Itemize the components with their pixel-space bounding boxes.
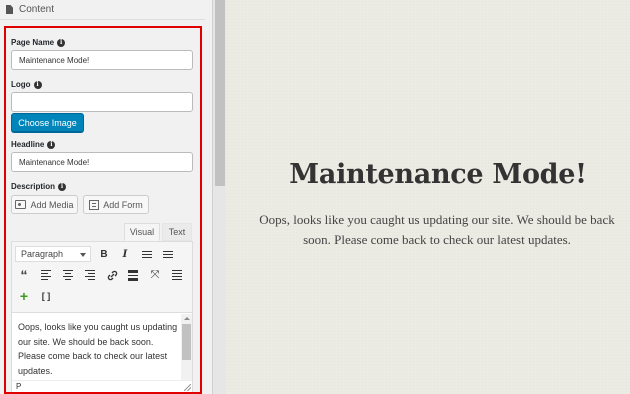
rich-text-editor: Paragraph B I “ ⤧ + [ ] Oops, looks like…: [11, 241, 193, 392]
scrollbar-thumb[interactable]: [182, 324, 191, 360]
media-icon: [15, 200, 27, 209]
preview-description: Oops, looks like you caught us updating …: [259, 212, 615, 247]
editor-content[interactable]: Oops, looks like you caught us updating …: [12, 314, 182, 382]
format-select[interactable]: Paragraph: [15, 246, 91, 262]
form-icon: [89, 199, 100, 210]
preview-headline: Maintenance Mode!: [289, 159, 587, 190]
editor-toolbar: Paragraph B I “ ⤧ + [ ]: [12, 242, 192, 313]
shortcode-icon[interactable]: [ ]: [37, 288, 55, 304]
blockquote-icon[interactable]: “: [15, 267, 33, 283]
resize-handle-icon[interactable]: [184, 384, 191, 391]
headline-input[interactable]: Maintenance Mode!: [11, 152, 193, 172]
link-icon-glyph: [107, 270, 117, 280]
italic-icon[interactable]: I: [116, 246, 134, 262]
add-plugin-icon[interactable]: +: [15, 288, 33, 304]
logo-url-input[interactable]: [11, 92, 193, 112]
info-icon[interactable]: i: [47, 140, 56, 149]
tab-text[interactable]: Text: [162, 223, 192, 241]
link-icon[interactable]: [103, 267, 121, 283]
read-more-icon[interactable]: [124, 267, 142, 283]
document-icon: [6, 5, 13, 14]
site-preview: Maintenance Mode! Oops, looks like you c…: [226, 0, 630, 394]
add-form-button[interactable]: Add Form: [83, 195, 149, 214]
customizer-sidebar: Content Page Name i Maintenance Mode! Lo…: [0, 0, 212, 394]
align-center-icon[interactable]: [59, 267, 77, 283]
toolbar-toggle-icon[interactable]: [168, 267, 186, 283]
section-title: Content: [19, 4, 55, 15]
logo-label: Logo i: [11, 80, 42, 89]
editor-scrollbar[interactable]: [181, 314, 192, 386]
align-left-icon[interactable]: [37, 267, 55, 283]
bold-icon[interactable]: B: [95, 246, 113, 262]
choose-image-button[interactable]: Choose Image: [11, 113, 84, 132]
page-name-label: Page Name i: [11, 38, 66, 47]
fullscreen-icon[interactable]: ⤧: [146, 267, 164, 283]
page-name-input[interactable]: Maintenance Mode!: [11, 50, 193, 70]
editor-status-path: P: [12, 380, 192, 392]
headline-label: Headline i: [11, 140, 56, 149]
scrollbar-thumb[interactable]: [215, 0, 225, 186]
info-icon[interactable]: i: [58, 182, 67, 191]
content-settings-panel: Page Name i Maintenance Mode! Logo i Cho…: [4, 26, 202, 394]
chevron-down-icon: [80, 253, 86, 257]
tab-visual[interactable]: Visual: [124, 223, 160, 241]
add-media-button[interactable]: Add Media: [11, 195, 78, 214]
info-icon[interactable]: i: [33, 80, 42, 89]
description-label: Description i: [11, 182, 67, 191]
align-right-icon[interactable]: [81, 267, 99, 283]
content-section-header[interactable]: Content: [0, 0, 205, 20]
info-icon[interactable]: i: [57, 38, 66, 47]
bullet-list-icon[interactable]: [138, 246, 156, 262]
sidebar-scrollbar[interactable]: [212, 0, 226, 394]
scroll-up-icon[interactable]: [184, 317, 190, 320]
numbered-list-icon[interactable]: [159, 246, 177, 262]
